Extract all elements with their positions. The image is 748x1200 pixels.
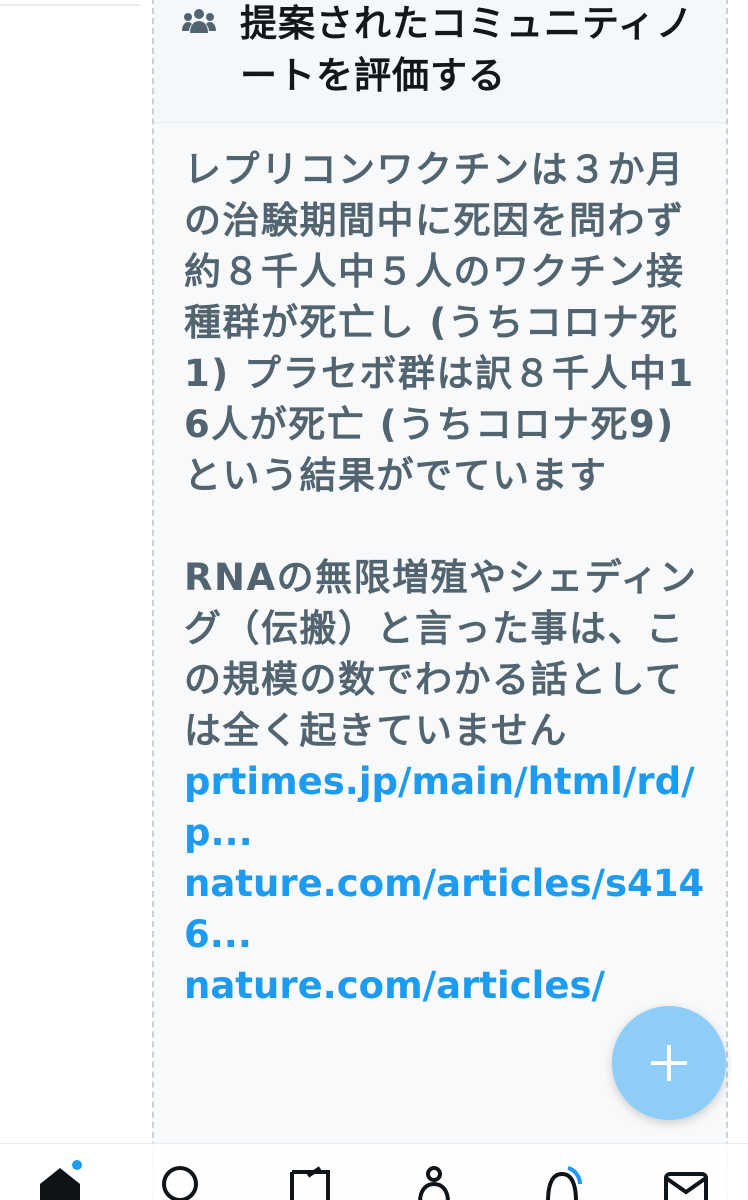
bottom-navigation	[0, 1143, 748, 1200]
card-header: 提案されたコミュニティノートを評価する	[154, 0, 726, 123]
gutter-divider	[0, 0, 140, 6]
mail-icon	[664, 1172, 708, 1200]
tab-search[interactable]	[160, 1162, 208, 1200]
tab-notifications[interactable]	[538, 1162, 586, 1200]
tab-home[interactable]	[36, 1160, 84, 1200]
compose-button[interactable]	[612, 1006, 726, 1120]
people-icon	[182, 9, 216, 33]
source-link-1[interactable]: prtimes.jp/main/html/rd/p...	[184, 756, 714, 858]
left-gutter	[0, 0, 152, 1200]
search-icon	[162, 1166, 198, 1200]
plus-icon-vertical	[667, 1045, 671, 1081]
note-paragraph-1: レプリコンワクチンは３か月の治験期間中に死因を問わず約８千人中５人のワクチン接種…	[184, 148, 695, 497]
unread-dot	[72, 1160, 82, 1170]
note-text: レプリコンワクチンは３か月の治験期間中に死因を問わず約８千人中５人のワクチン接種…	[184, 144, 714, 1011]
tab-messages[interactable]	[662, 1162, 710, 1200]
source-link-3[interactable]: nature.com/articles/	[184, 960, 714, 1011]
communities-icon	[418, 1166, 450, 1200]
tab-spaces[interactable]	[286, 1162, 334, 1200]
notifications-icon	[546, 1166, 582, 1200]
spaces-icon	[290, 1166, 330, 1200]
source-link-2[interactable]: nature.com/articles/s4146...	[184, 858, 714, 960]
note-paragraph-2: RNAの無限増殖やシェディング（伝搬）と言った事は、この規模の数でわかる話として…	[184, 556, 698, 752]
card-title: 提案されたコミュニティノートを評価する	[240, 2, 694, 97]
tab-communities[interactable]	[410, 1162, 458, 1200]
